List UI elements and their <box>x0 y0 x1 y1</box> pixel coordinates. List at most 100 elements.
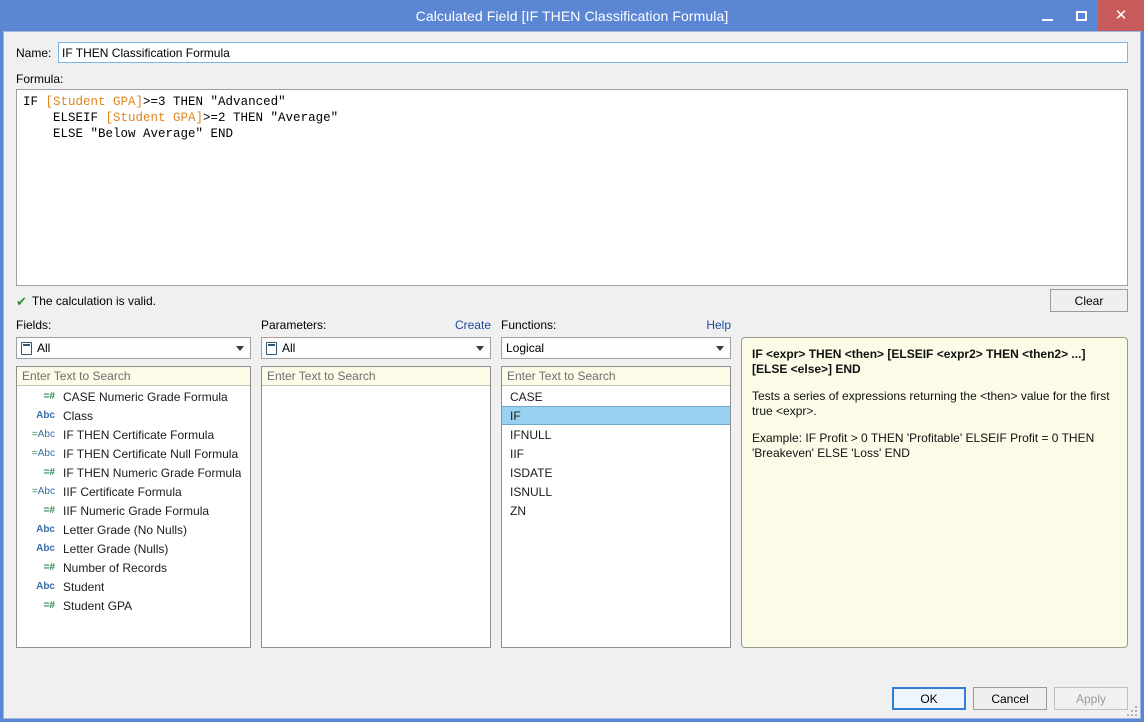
function-name: CASE <box>510 390 543 404</box>
help-description: Tests a series of expressions returning … <box>752 389 1117 419</box>
list-item[interactable]: =AbcIF THEN Certificate Null Formula <box>17 444 250 463</box>
formula-field-token: [Student GPA] <box>106 111 204 125</box>
name-row: Name: <box>16 42 1128 63</box>
help-header-spacer <box>741 318 1128 337</box>
create-parameter-link[interactable]: Create <box>455 318 491 332</box>
formula-text-token: >=2 THEN "Average" <box>203 111 338 125</box>
parameters-listbox[interactable]: Enter Text to Search <box>261 366 491 648</box>
parameters-label: Parameters: <box>261 318 326 332</box>
fields-header: Fields: <box>16 318 251 337</box>
formula-text-token: ELSEIF <box>23 111 106 125</box>
list-item[interactable]: Abc Letter Grade (No Nulls) <box>17 520 250 539</box>
fields-search-input[interactable]: Enter Text to Search <box>17 367 250 386</box>
parameters-filter-value: All <box>282 341 476 355</box>
ok-button[interactable]: OK <box>892 687 966 710</box>
field-name: Student GPA <box>63 599 132 613</box>
help-link[interactable]: Help <box>706 318 731 332</box>
calculated-number-icon: =# <box>23 391 55 402</box>
checkmark-icon: ✔ <box>16 295 27 308</box>
calculated-number-icon: =# <box>23 467 55 478</box>
list-item[interactable]: CASE <box>502 387 730 406</box>
functions-category-value: Logical <box>506 341 716 355</box>
field-name: Class <box>63 409 93 423</box>
functions-listbox[interactable]: Enter Text to Search CASE IF IFNULL IIF ISDA… <box>501 366 731 648</box>
list-item[interactable]: =# Number of Records <box>17 558 250 577</box>
close-button[interactable]: ✕ <box>1098 0 1144 31</box>
window-title: Calculated Field [IF THEN Classification… <box>416 8 729 24</box>
function-help-column: IF <expr> THEN <then> [ELSEIF <expr2> TH… <box>741 318 1128 648</box>
function-name: ISNULL <box>510 485 552 499</box>
fields-filter-value: All <box>37 341 236 355</box>
list-item[interactable]: ZN <box>502 501 730 520</box>
list-item[interactable]: ISNULL <box>502 482 730 501</box>
minimize-button[interactable] <box>1030 0 1064 31</box>
field-name: IF THEN Numeric Grade Formula <box>63 466 241 480</box>
field-name: CASE Numeric Grade Formula <box>63 390 228 404</box>
function-help-panel: IF <expr> THEN <then> [ELSEIF <expr2> TH… <box>741 337 1128 648</box>
fields-listbox[interactable]: Enter Text to Search =# CASE Numeric Grad… <box>16 366 251 648</box>
list-item[interactable]: =Abc IF THEN Certificate Formula <box>17 425 250 444</box>
title-bar[interactable]: Calculated Field [IF THEN Classification… <box>0 0 1144 31</box>
list-item[interactable]: =# CASE Numeric Grade Formula <box>17 387 250 406</box>
name-label: Name: <box>16 46 58 60</box>
calculated-string-icon: =Abc <box>23 429 55 440</box>
chevron-down-icon <box>476 346 484 351</box>
list-item[interactable]: =# IIF Numeric Grade Formula <box>17 501 250 520</box>
list-item[interactable]: ISDATE <box>502 463 730 482</box>
calculated-number-icon: =# <box>23 600 55 611</box>
field-name: Letter Grade (No Nulls) <box>63 523 187 537</box>
dialog-buttons: OK Cancel Apply <box>892 687 1128 710</box>
functions-panel: Functions: Help Logical Enter Text to Se… <box>501 318 731 648</box>
resize-grip[interactable] <box>1125 704 1137 716</box>
function-name: ISDATE <box>510 466 552 480</box>
list-item[interactable]: =# IF THEN Numeric Grade Formula <box>17 463 250 482</box>
calculated-string-icon: =Abc <box>23 448 55 459</box>
list-item[interactable]: AbcStudent <box>17 577 250 596</box>
name-input[interactable] <box>58 42 1128 63</box>
formula-text-token: IF <box>23 95 46 109</box>
functions-search-input[interactable]: Enter Text to Search <box>502 367 730 386</box>
field-name: Letter Grade (Nulls) <box>63 542 168 556</box>
calculated-number-icon: =# <box>23 505 55 516</box>
fields-filter-select[interactable]: All <box>16 337 251 359</box>
list-item[interactable]: Abc Letter Grade (Nulls) <box>17 539 250 558</box>
apply-button[interactable]: Apply <box>1054 687 1128 710</box>
function-name: IIF <box>510 447 524 461</box>
parameters-filter-select[interactable]: All <box>261 337 491 359</box>
list-item[interactable]: =# Student GPA <box>17 596 250 615</box>
string-icon: Abc <box>23 524 55 535</box>
functions-label: Functions: <box>501 318 556 332</box>
list-item[interactable]: AbcClass <box>17 406 250 425</box>
parameters-panel: Parameters: Create All Enter Text to Sea… <box>261 318 491 648</box>
panels-row: Fields: All Enter Text to Search =# CASE … <box>16 318 1128 648</box>
list-item[interactable]: IFNULL <box>502 425 730 444</box>
table-icon <box>21 342 32 355</box>
function-name: IF <box>510 409 521 423</box>
fields-panel: Fields: All Enter Text to Search =# CASE … <box>16 318 251 648</box>
calculated-number-icon: =# <box>23 562 55 573</box>
list-item[interactable]: IIF <box>502 444 730 463</box>
maximize-icon <box>1076 11 1087 21</box>
field-name: IIF Certificate Formula <box>63 485 182 499</box>
fields-list: =#CASE Numeric Grade FormulaAbcClass=Abc… <box>17 386 250 647</box>
list-item[interactable]: =AbcIIF Certificate Formula <box>17 482 250 501</box>
cancel-button[interactable]: Cancel <box>973 687 1047 710</box>
field-name: IF THEN Certificate Formula <box>63 428 214 442</box>
list-item-selected[interactable]: IF <box>502 406 730 425</box>
clear-button[interactable]: Clear <box>1050 289 1128 312</box>
string-icon: Abc <box>23 543 55 554</box>
functions-category-select[interactable]: Logical <box>501 337 731 359</box>
window-controls: ✕ <box>1030 0 1144 31</box>
function-name: ZN <box>510 504 526 518</box>
parameters-search-input[interactable]: Enter Text to Search <box>262 367 490 386</box>
table-icon <box>266 342 277 355</box>
help-signature: IF <expr> THEN <then> [ELSEIF <expr2> TH… <box>752 347 1117 377</box>
field-name: IIF Numeric Grade Formula <box>63 504 209 518</box>
formula-editor[interactable]: IF [Student GPA]>=3 THEN "Advanced" ELSE… <box>16 89 1128 286</box>
function-name: IFNULL <box>510 428 551 442</box>
formula-field-token: [Student GPA] <box>46 95 144 109</box>
minimize-icon <box>1042 19 1053 21</box>
field-name: Number of Records <box>63 561 167 575</box>
maximize-button[interactable] <box>1064 0 1098 31</box>
dialog-body: Name: Formula: IF [Student GPA]>=3 THEN … <box>3 31 1141 719</box>
